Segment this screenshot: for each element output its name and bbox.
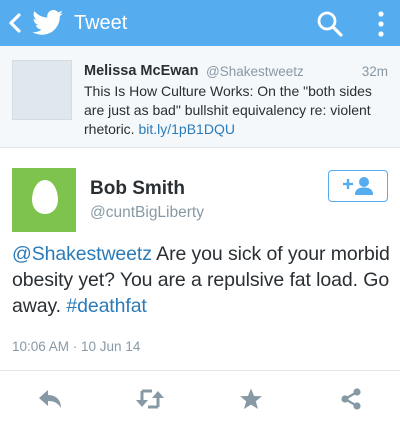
parent-avatar[interactable] [12,60,72,120]
more-vertical-icon [378,11,384,37]
back-button[interactable] [6,10,24,36]
follow-button[interactable] [328,170,388,202]
share-button[interactable] [336,384,366,414]
overflow-menu-button[interactable] [372,9,390,39]
default-egg-avatar-icon [32,180,58,214]
app-bar: Tweet [0,0,400,46]
tweet-hashtag[interactable]: #deathfat [66,295,147,317]
parent-author-handle[interactable]: @Shakestweetz [206,64,304,79]
retweet-button[interactable] [135,384,165,414]
reply-icon [39,390,61,408]
app-bar-title: Tweet [74,12,128,34]
parent-tweet-link[interactable]: bit.ly/1pB1DQU [138,121,234,137]
star-icon [240,388,262,409]
parent-author-name[interactable]: Melissa McEwan [84,63,198,79]
tweet-text: @Shakestweetz Are you sick of your morbi… [12,241,390,319]
tweet-timestamp: 10:06 AM · 10 Jun 14 [12,339,141,354]
favorite-button[interactable] [236,384,266,414]
avatar[interactable] [12,168,76,232]
reply-button[interactable] [35,384,65,414]
tweet-mention[interactable]: @Shakestweetz [12,243,152,265]
parent-timestamp: 32m [361,64,388,79]
main-tweet: Bob Smith @cuntBigLiberty @Shakestweetz … [0,148,400,424]
chevron-left-icon [9,13,21,33]
search-icon [317,11,343,37]
share-icon [341,388,361,410]
tweet-actions [0,384,400,414]
author-handle[interactable]: @cuntBigLiberty [90,204,204,222]
search-button[interactable] [315,9,345,39]
parent-tweet-text: This Is How Culture Works: On the "both … [84,82,388,139]
add-user-icon [343,177,373,195]
author-name[interactable]: Bob Smith [90,178,185,200]
divider [0,370,400,371]
parent-tweet[interactable]: Melissa McEwan @Shakestweetz 32m This Is… [0,46,400,148]
twitter-bird-icon [32,10,64,36]
retweet-icon [136,389,164,409]
